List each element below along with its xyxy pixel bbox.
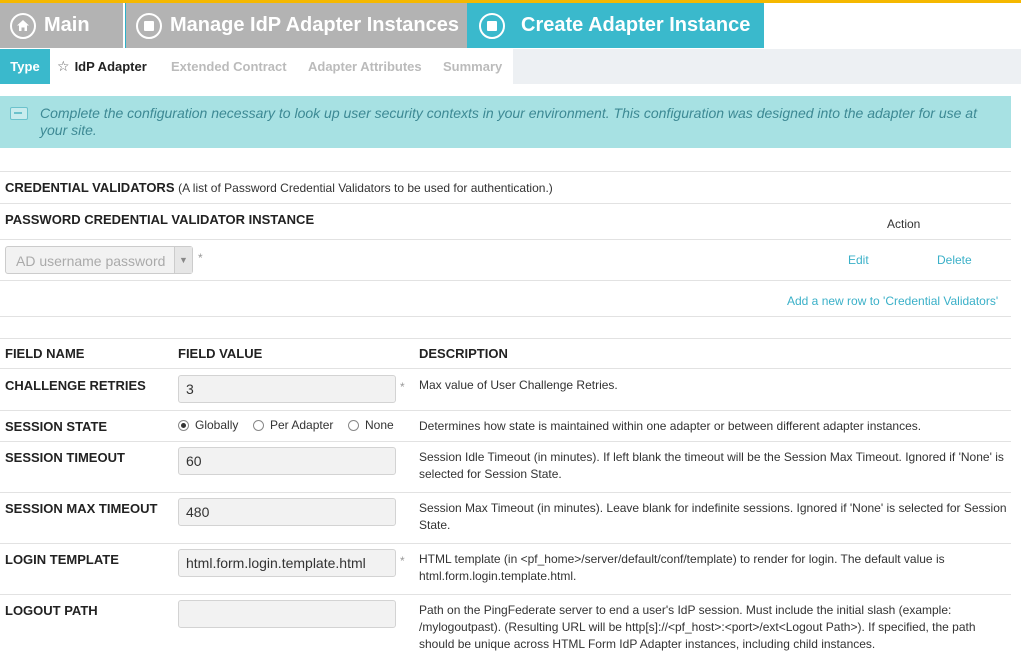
logout-path-input[interactable] (178, 600, 396, 628)
breadcrumb-main-label: Main (44, 14, 90, 36)
star-icon: ☆ (57, 58, 70, 74)
chevron-down-icon[interactable]: ▼ (174, 247, 192, 273)
session-state-globally-radio[interactable]: Globally (178, 418, 238, 432)
validator-instance-select[interactable]: AD username password ▼ (5, 246, 193, 274)
tab-idp-adapter[interactable]: ☆ IdP Adapter (50, 49, 167, 84)
required-mark: * (400, 380, 405, 394)
divider (0, 492, 1011, 493)
radio-unselected-icon (348, 419, 359, 431)
challenge-retries-label: CHALLENGE RETRIES (5, 378, 146, 393)
add-validator-row-link[interactable]: Add a new row to 'Credential Validators' (787, 294, 998, 308)
stop-square-icon (136, 12, 162, 39)
logout-path-description: Path on the PingFederate server to end a… (419, 603, 976, 651)
required-mark: * (198, 251, 203, 265)
edit-validator-link[interactable]: Edit (848, 253, 869, 267)
divider (0, 239, 1011, 240)
delete-validator-link[interactable]: Delete (937, 253, 972, 267)
tabs-filler (513, 49, 1021, 84)
challenge-retries-input[interactable] (178, 375, 396, 403)
info-message-icon (10, 107, 28, 120)
field-value-column-header: FIELD VALUE (178, 346, 263, 361)
divider (0, 203, 1011, 204)
challenge-retries-description: Max value of User Challenge Retries. (419, 378, 618, 392)
session-max-timeout-description: Session Max Timeout (in minutes). Leave … (419, 501, 1007, 532)
session-timeout-description: Session Idle Timeout (in minutes). If le… (419, 450, 1004, 481)
session-state-none-radio[interactable]: None (348, 418, 394, 432)
stop-square-icon (479, 12, 505, 39)
tab-idp-adapter-label: IdP Adapter (74, 59, 147, 74)
breadcrumb-main[interactable]: Main (0, 3, 124, 48)
session-state-per-adapter-radio[interactable]: Per Adapter (253, 418, 333, 432)
wizard-tabs: Type ☆ IdP Adapter Extended Contract Ada… (0, 49, 1021, 84)
divider (0, 316, 1011, 317)
session-max-timeout-input[interactable] (178, 498, 396, 526)
info-banner-text: Complete the configuration necessary to … (40, 105, 977, 138)
tab-extended-contract[interactable]: Extended Contract (171, 49, 287, 84)
breadcrumb-manage-instances[interactable]: Manage IdP Adapter Instances (125, 3, 467, 48)
tab-type[interactable]: Type (0, 49, 50, 84)
field-name-column-header: FIELD NAME (5, 346, 85, 361)
description-column-header: DESCRIPTION (419, 346, 508, 361)
radio-unselected-icon (253, 419, 264, 431)
divider (0, 594, 1011, 595)
radio-selected-icon (178, 419, 189, 431)
divider (0, 410, 1011, 411)
breadcrumb-manage-label: Manage IdP Adapter Instances (170, 14, 459, 36)
credential-validators-heading: CREDENTIAL VALIDATORS (5, 180, 175, 195)
session-state-description: Determines how state is maintained withi… (419, 419, 922, 433)
credential-validators-subtitle: (A list of Password Credential Validator… (178, 181, 553, 195)
home-icon (10, 12, 36, 39)
session-max-timeout-label: SESSION MAX TIMEOUT (5, 501, 158, 516)
session-timeout-label: SESSION TIMEOUT (5, 450, 125, 465)
session-state-option-label: None (365, 418, 394, 432)
breadcrumb: Main Manage IdP Adapter Instances Create… (0, 3, 1021, 48)
divider (0, 280, 1011, 281)
divider (0, 543, 1011, 544)
required-mark: * (400, 554, 405, 568)
breadcrumb-create-label: Create Adapter Instance (521, 14, 751, 36)
divider (0, 171, 1011, 172)
divider (0, 338, 1011, 339)
tab-adapter-attributes[interactable]: Adapter Attributes (308, 49, 422, 84)
login-template-label: LOGIN TEMPLATE (5, 552, 119, 567)
validator-instance-column-header: PASSWORD CREDENTIAL VALIDATOR INSTANCE (5, 212, 315, 227)
session-state-option-label: Globally (195, 418, 239, 432)
divider (0, 368, 1011, 369)
session-state-label: SESSION STATE (5, 419, 108, 434)
validator-instance-value: AD username password (16, 253, 166, 269)
session-timeout-input[interactable] (178, 447, 396, 475)
breadcrumb-create-instance: Create Adapter Instance (467, 3, 764, 48)
action-column-header: Action (887, 217, 921, 231)
credential-validators-title: CREDENTIAL VALIDATORS (A list of Passwor… (5, 180, 553, 195)
login-template-input[interactable] (178, 549, 396, 577)
logout-path-label: LOGOUT PATH (5, 603, 98, 618)
login-template-description: HTML template (in <pf_home>/server/defau… (419, 552, 945, 583)
session-state-option-label: Per Adapter (270, 418, 334, 432)
divider (0, 441, 1011, 442)
info-banner: Complete the configuration necessary to … (0, 96, 1011, 148)
tab-summary[interactable]: Summary (443, 49, 502, 84)
